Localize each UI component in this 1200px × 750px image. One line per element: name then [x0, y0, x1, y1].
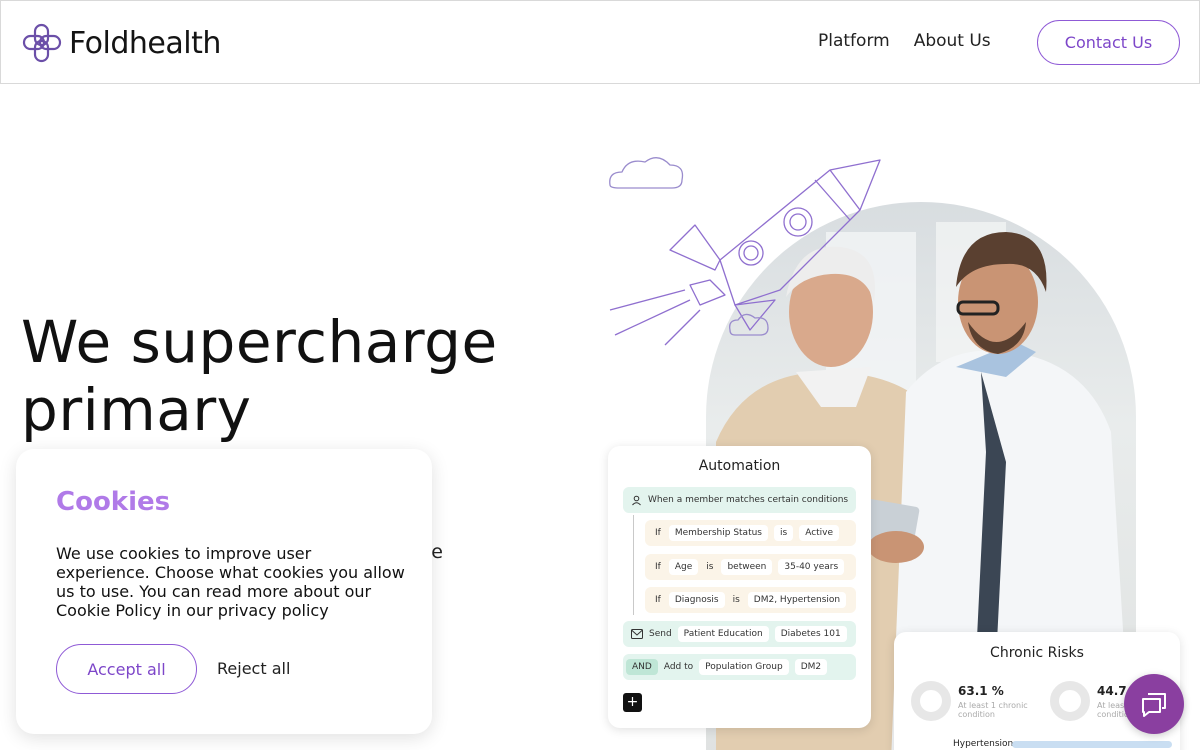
hero-headline: We supercharge primary: [21, 308, 561, 444]
and-badge: AND: [626, 659, 658, 675]
condition-field: Membership Status: [668, 525, 768, 541]
condition-op: is: [774, 525, 794, 541]
condition-value: DM2, Hypertension: [747, 592, 847, 608]
condition-op-2: between: [721, 559, 773, 575]
send-label: Send: [649, 629, 672, 639]
condition-row[interactable]: If Diagnosis is DM2, Hypertension: [645, 587, 856, 613]
condition-value: Active: [799, 525, 840, 541]
chat-launcher-button[interactable]: [1124, 674, 1184, 734]
condition-op: is: [706, 562, 714, 572]
rocket-illustration: [609, 157, 881, 346]
send-value: Diabetes 101: [774, 626, 847, 642]
risk-donut-chart: [1050, 681, 1090, 721]
send-item: Patient Education: [677, 626, 769, 642]
nav-item-platform[interactable]: Platform: [818, 31, 890, 51]
chronic-risks-title: Chronic Risks: [990, 645, 1084, 661]
condition-if: If: [655, 528, 661, 538]
risk-row-label: Hypertension: [953, 739, 1014, 749]
risk-description: At least 1 chronic condition: [958, 701, 1028, 719]
and-row[interactable]: AND Add to Population Group DM2: [623, 654, 856, 680]
trigger-text: When a member matches certain conditions: [648, 495, 849, 505]
hero-headline-line-2: primary: [21, 376, 252, 444]
send-row[interactable]: Send Patient Education Diabetes 101: [623, 621, 856, 647]
cookie-dialog: Cookies We use cookies to improve user e…: [16, 449, 432, 734]
risk-percentage: 63.1 %: [958, 684, 1004, 698]
hero-headline-line-1: We supercharge: [21, 308, 498, 376]
main-nav: Platform About Us: [818, 31, 991, 51]
condition-value: 35-40 years: [778, 559, 845, 575]
nav-item-about-us[interactable]: About Us: [914, 31, 991, 51]
foldhealth-logo-icon: [22, 23, 62, 63]
mail-icon: [631, 629, 643, 639]
condition-row[interactable]: If Membership Status is Active: [645, 520, 856, 546]
and-value: DM2: [794, 659, 828, 675]
cookie-title: Cookies: [56, 487, 171, 517]
chat-icon: [1142, 693, 1166, 717]
risk-row-bar: [1012, 741, 1172, 748]
automation-title: Automation: [698, 458, 781, 474]
and-label: Add to: [663, 662, 694, 672]
risk-donut-chart: [911, 681, 951, 721]
automation-card: Automation When a member matches certain…: [608, 446, 871, 728]
site-header: Foldhealth Platform About Us Contact Us: [0, 0, 1200, 84]
condition-op: is: [732, 595, 740, 605]
condition-if: If: [655, 595, 661, 605]
condition-field: Diagnosis: [668, 592, 725, 608]
contact-us-button[interactable]: Contact Us: [1037, 20, 1180, 65]
logo[interactable]: Foldhealth: [21, 22, 221, 64]
reject-all-button[interactable]: Reject all: [217, 659, 290, 678]
person-icon: [632, 495, 641, 505]
cookie-message: We use cookies to improve user experienc…: [56, 544, 405, 620]
condition-if: If: [655, 562, 661, 572]
condition-field: Age: [668, 559, 699, 575]
brand-name: Foldhealth: [69, 25, 221, 61]
accept-all-button[interactable]: Accept all: [56, 644, 197, 694]
condition-connector-line: [633, 515, 634, 615]
and-item: Population Group: [699, 659, 789, 675]
add-step-button[interactable]: +: [623, 693, 642, 712]
condition-row[interactable]: If Age is between 35-40 years: [645, 554, 856, 580]
trigger-row[interactable]: When a member matches certain conditions: [623, 487, 856, 513]
